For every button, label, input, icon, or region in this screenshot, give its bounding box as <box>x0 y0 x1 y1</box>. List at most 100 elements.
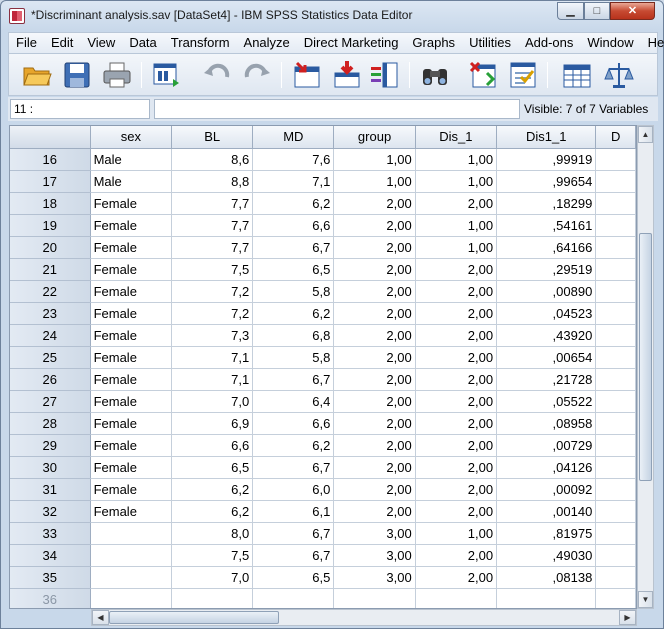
row-number[interactable]: 31 <box>10 478 91 501</box>
data-cell[interactable] <box>595 390 636 413</box>
data-cell[interactable] <box>90 522 173 545</box>
print-icon[interactable] <box>101 59 133 91</box>
data-cell[interactable] <box>333 588 416 608</box>
data-cell[interactable]: Female <box>90 236 173 259</box>
data-cell[interactable]: 6,7 <box>252 368 335 391</box>
data-cell[interactable]: ,43920 <box>496 324 597 347</box>
data-cell[interactable]: 7,2 <box>171 302 254 325</box>
data-cell[interactable]: 2,00 <box>333 434 416 457</box>
data-cell[interactable]: 7,5 <box>171 544 254 567</box>
data-cell[interactable] <box>595 236 636 259</box>
data-cell[interactable]: 6,2 <box>252 302 335 325</box>
data-cell[interactable]: 3,00 <box>333 522 416 545</box>
horizontal-scroll-thumb[interactable] <box>109 611 279 624</box>
row-number[interactable]: 30 <box>10 456 91 479</box>
data-cell[interactable]: Female <box>90 324 173 347</box>
data-cell[interactable]: 2,00 <box>415 544 498 567</box>
scroll-up-arrow[interactable]: ▲ <box>638 126 653 143</box>
cell-value-input[interactable] <box>154 99 520 119</box>
data-cell[interactable]: 2,00 <box>415 324 498 347</box>
menu-direct-marketing[interactable]: Direct Marketing <box>297 33 406 53</box>
data-cell[interactable]: ,49030 <box>496 544 597 567</box>
data-cell[interactable]: Female <box>90 192 173 215</box>
go-to-case-icon[interactable] <box>291 59 323 91</box>
data-cell[interactable] <box>171 588 254 608</box>
data-cell[interactable] <box>595 258 636 281</box>
split-file-icon[interactable] <box>467 59 499 91</box>
data-cell[interactable]: ,99919 <box>496 148 597 171</box>
data-cell[interactable]: 2,00 <box>415 500 498 523</box>
data-cell[interactable]: ,18299 <box>496 192 597 215</box>
close-button[interactable]: ✕ <box>610 2 655 20</box>
data-cell[interactable]: 2,00 <box>333 390 416 413</box>
row-number[interactable]: 35 <box>10 566 91 589</box>
menu-transform[interactable]: Transform <box>164 33 237 53</box>
data-cell[interactable] <box>90 588 173 608</box>
data-cell[interactable]: 7,0 <box>171 390 254 413</box>
data-cell[interactable]: Female <box>90 368 173 391</box>
data-cell[interactable]: ,00092 <box>496 478 597 501</box>
data-cell[interactable]: 2,00 <box>415 258 498 281</box>
vertical-scrollbar[interactable]: ▲ ▼ <box>637 125 654 609</box>
data-cell[interactable]: 1,00 <box>333 170 416 193</box>
row-number[interactable]: 19 <box>10 214 91 237</box>
data-cell[interactable] <box>595 434 636 457</box>
value-labels-icon[interactable] <box>561 59 593 91</box>
data-cell[interactable]: 7,7 <box>171 192 254 215</box>
row-number[interactable]: 34 <box>10 544 91 567</box>
data-cell[interactable]: 7,6 <box>252 148 335 171</box>
data-cell[interactable]: 6,7 <box>252 236 335 259</box>
data-cell[interactable] <box>595 522 636 545</box>
data-cell[interactable] <box>595 324 636 347</box>
data-cell[interactable]: 2,00 <box>415 368 498 391</box>
data-cell[interactable]: 6,4 <box>252 390 335 413</box>
data-cell[interactable]: Male <box>90 148 173 171</box>
data-cell[interactable] <box>595 588 636 608</box>
data-cell[interactable]: 8,8 <box>171 170 254 193</box>
data-cell[interactable]: 1,00 <box>415 236 498 259</box>
dialog-recall-icon[interactable] <box>151 59 183 91</box>
data-cell[interactable]: ,21728 <box>496 368 597 391</box>
scroll-down-arrow[interactable]: ▼ <box>638 591 653 608</box>
data-cell[interactable]: ,64166 <box>496 236 597 259</box>
data-cell[interactable]: Female <box>90 214 173 237</box>
data-cell[interactable]: 2,00 <box>333 192 416 215</box>
data-cell[interactable]: ,00729 <box>496 434 597 457</box>
row-number[interactable]: 28 <box>10 412 91 435</box>
data-cell[interactable] <box>595 346 636 369</box>
data-cell[interactable] <box>90 544 173 567</box>
data-cell[interactable] <box>595 192 636 215</box>
row-number[interactable]: 24 <box>10 324 91 347</box>
data-cell[interactable] <box>595 478 636 501</box>
data-cell[interactable]: ,81975 <box>496 522 597 545</box>
data-cell[interactable]: 7,5 <box>171 258 254 281</box>
data-cell[interactable]: Female <box>90 280 173 303</box>
data-cell[interactable]: Female <box>90 412 173 435</box>
row-number[interactable]: 17 <box>10 170 91 193</box>
data-cell[interactable] <box>595 566 636 589</box>
row-number[interactable]: 26 <box>10 368 91 391</box>
data-cell[interactable]: 6,7 <box>252 522 335 545</box>
maximize-button[interactable]: □ <box>584 2 610 20</box>
data-cell[interactable]: Female <box>90 434 173 457</box>
data-cell[interactable]: 6,2 <box>252 434 335 457</box>
data-cell[interactable]: 7,0 <box>171 566 254 589</box>
row-number[interactable]: 32 <box>10 500 91 523</box>
menu-edit[interactable]: Edit <box>44 33 80 53</box>
minimize-button[interactable]: ▁ <box>557 2 584 20</box>
data-cell[interactable]: 7,1 <box>171 346 254 369</box>
data-cell[interactable]: 6,0 <box>252 478 335 501</box>
data-cell[interactable]: ,04523 <box>496 302 597 325</box>
data-cell[interactable]: ,29519 <box>496 258 597 281</box>
scroll-right-arrow[interactable]: ▶ <box>619 610 636 625</box>
data-cell[interactable]: 2,00 <box>415 478 498 501</box>
column-header-sex[interactable]: sex <box>90 126 173 149</box>
save-icon[interactable] <box>61 59 93 91</box>
column-header-d[interactable]: D <box>595 126 636 149</box>
data-cell[interactable]: 2,00 <box>333 324 416 347</box>
data-cell[interactable]: 2,00 <box>415 302 498 325</box>
data-cell[interactable]: ,08138 <box>496 566 597 589</box>
data-cell[interactable]: 7,1 <box>252 170 335 193</box>
data-cell[interactable]: ,05522 <box>496 390 597 413</box>
title-bar[interactable]: *Discriminant analysis.sav [DataSet4] - … <box>1 1 663 31</box>
